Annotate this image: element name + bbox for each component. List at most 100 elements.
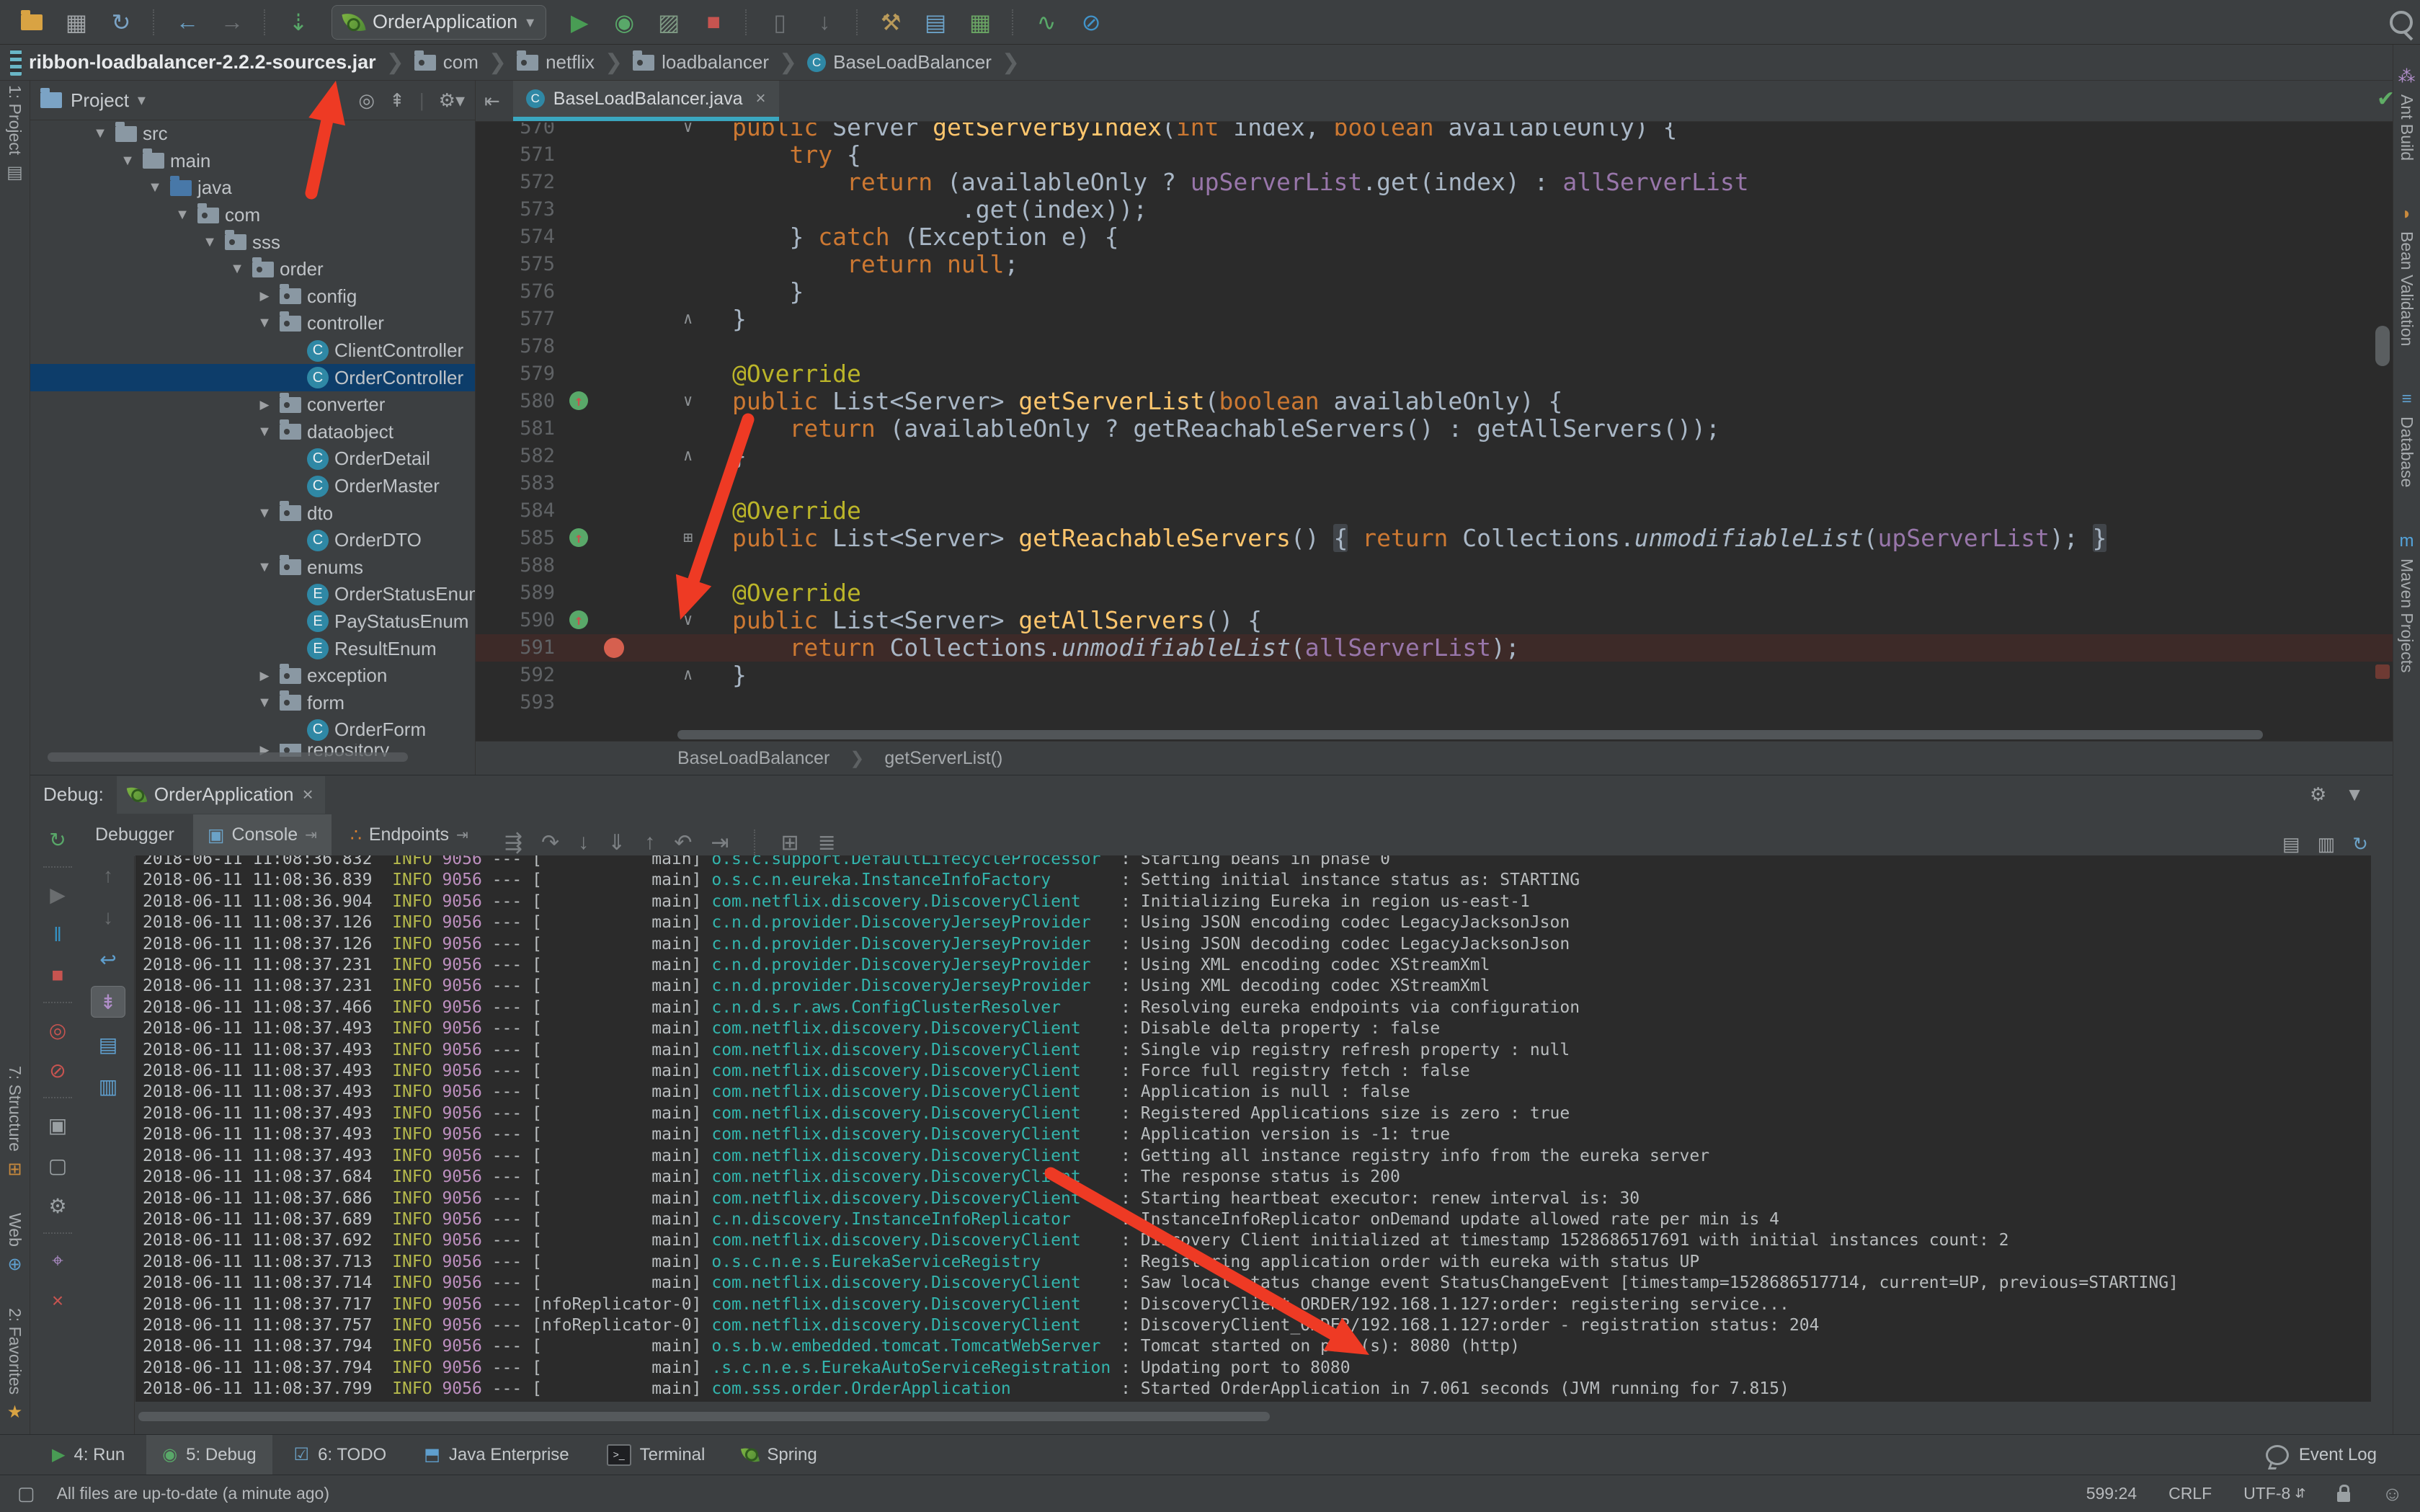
overrides-method-icon[interactable]: ↑ xyxy=(569,610,588,629)
view-breakpoints-icon[interactable]: ◎ xyxy=(41,1015,74,1045)
tree-item-orderdetail[interactable]: COrderDetail xyxy=(30,445,475,473)
back-icon[interactable]: ← xyxy=(169,5,206,40)
console-output[interactable]: 2018-06-11 11:08:36.832 INFO 9056 --- [ … xyxy=(135,855,2371,1402)
run-icon[interactable]: ▶ xyxy=(561,5,598,40)
code-line-579[interactable]: 579@Override xyxy=(476,360,2393,388)
clear-console-icon[interactable]: ▥ xyxy=(92,1071,125,1101)
code-line-571[interactable]: 571 try { xyxy=(476,141,2393,169)
chevron-down-icon[interactable]: ▼ xyxy=(255,559,274,576)
tree-item-exception[interactable]: ▶exception xyxy=(30,662,475,690)
chevron-right-icon[interactable]: ▶ xyxy=(255,289,274,303)
step-out-icon[interactable]: ↑ xyxy=(644,830,655,855)
scroll-down-icon[interactable]: ↓ xyxy=(92,902,125,933)
tree-item-orderstatusenum[interactable]: EOrderStatusEnum xyxy=(30,581,475,608)
stripe-ant-build[interactable]: ⁂Ant Build xyxy=(2397,66,2416,161)
code-line-593[interactable]: 593 xyxy=(476,689,2393,716)
debug-session-tab[interactable]: OrderApplication × xyxy=(117,776,325,814)
code-line-570[interactable]: 570∨public Server getServerByIndex(int i… xyxy=(476,123,2393,141)
tree-item-com[interactable]: ▼com xyxy=(30,202,475,229)
tree-item-sss[interactable]: ▼sss xyxy=(30,228,475,256)
code-line-577[interactable]: 577∧} xyxy=(476,306,2393,333)
fold-marker-icon[interactable]: ∧ xyxy=(683,306,693,333)
window-icon[interactable]: ▢ xyxy=(17,1482,35,1505)
encoding-selector[interactable]: UTF-8⇵ xyxy=(2243,1484,2305,1503)
chevron-down-icon[interactable]: ▾ xyxy=(138,91,146,110)
mute-breakpoints-icon[interactable]: ⊘ xyxy=(41,1055,74,1085)
breadcrumb-item-com[interactable]: com xyxy=(414,51,479,74)
code-line-578[interactable]: 578 xyxy=(476,333,2393,360)
code-line-580[interactable]: 580↑∨public List<Server> getServerList(b… xyxy=(476,388,2393,415)
caret-position[interactable]: 599:24 xyxy=(2086,1484,2137,1503)
tree-item-dto[interactable]: ▼dto xyxy=(30,499,475,527)
breadcrumb-class[interactable]: BaseLoadBalancer xyxy=(677,748,829,769)
tree-item-config[interactable]: ▶config xyxy=(30,283,475,311)
show-execution-point-icon[interactable]: ⇶ xyxy=(504,830,522,855)
chevron-down-icon[interactable]: ▼ xyxy=(146,179,164,196)
stop-icon[interactable]: ■ xyxy=(695,5,732,40)
stripe-web[interactable]: Web⊕ xyxy=(5,1213,25,1275)
step-over-icon[interactable]: ↷ xyxy=(541,830,559,855)
code-line-591[interactable]: 591 return Collections.unmodifiableList(… xyxy=(476,634,2393,662)
code-line-584[interactable]: 584@Override xyxy=(476,497,2393,525)
tree-item-orderdto[interactable]: COrderDTO xyxy=(30,527,475,554)
tree-horizontal-scrollbar[interactable] xyxy=(48,752,408,762)
code-line-592[interactable]: 592∧} xyxy=(476,662,2393,689)
code-line-575[interactable]: 575 return null; xyxy=(476,251,2393,278)
locate-icon[interactable]: ◎ xyxy=(358,89,375,112)
tree-item-ordercontroller[interactable]: COrderController xyxy=(30,364,475,391)
save-all-icon[interactable]: ▦ xyxy=(58,5,95,40)
breadcrumb-item-baseloadbalancer[interactable]: CBaseLoadBalancer xyxy=(807,51,992,74)
fold-marker-icon[interactable]: ∧ xyxy=(683,662,693,689)
code-line-583[interactable]: 583 xyxy=(476,470,2393,497)
refresh-icon[interactable]: ↻ xyxy=(2352,833,2368,855)
close-icon[interactable]: × xyxy=(41,1286,74,1316)
code-line-572[interactable]: 572 return (availableOnly ? upServerList… xyxy=(476,169,2393,196)
editor-vertical-scrollbar[interactable] xyxy=(2375,326,2390,366)
lock-icon[interactable] xyxy=(2337,1492,2350,1502)
run-to-cursor-icon[interactable]: ⇥ xyxy=(711,830,729,855)
tree-item-ordermaster[interactable]: COrderMaster xyxy=(30,473,475,500)
console-horizontal-scrollbar[interactable] xyxy=(138,1412,1270,1421)
chevron-down-icon[interactable]: ▼ xyxy=(255,695,274,711)
bottom-tab-spring[interactable]: Spring xyxy=(726,1435,832,1475)
project-view-title[interactable]: Project xyxy=(71,89,129,112)
code-line-576[interactable]: 576 } xyxy=(476,278,2393,306)
fold-marker-icon[interactable]: ∧ xyxy=(683,443,693,470)
layout-icon[interactable]: ▤ xyxy=(2282,833,2300,855)
fold-marker-icon[interactable]: ⊞ xyxy=(683,525,693,552)
chevron-down-icon[interactable]: ▼ xyxy=(173,207,192,223)
debug-tab-console[interactable]: ▣Console⇥ xyxy=(193,814,332,855)
chevron-down-icon[interactable]: ▼ xyxy=(255,315,274,332)
hide-icon[interactable]: ▼ xyxy=(2345,783,2364,806)
tree-item-controller[interactable]: ▼controller xyxy=(30,310,475,337)
pause-icon[interactable]: ‖ xyxy=(41,920,74,950)
chevron-down-icon[interactable]: ▼ xyxy=(91,125,110,142)
settings-icon[interactable]: ⚙▾ xyxy=(439,89,465,112)
scroll-up-icon[interactable]: ↑ xyxy=(92,860,125,891)
tree-item-src[interactable]: ▼src xyxy=(30,120,475,148)
stripe-maven-projects[interactable]: mMaven Projects xyxy=(2397,531,2416,673)
drop-frame-icon[interactable]: ↶ xyxy=(674,830,692,855)
chevron-down-icon[interactable]: ▼ xyxy=(228,261,246,277)
breakpoint-stripe-mark[interactable] xyxy=(2375,664,2390,679)
forward-icon[interactable]: → xyxy=(213,5,251,40)
soft-wrap-icon[interactable]: ↩ xyxy=(92,944,125,974)
code-line-581[interactable]: 581 return (availableOnly ? getReachable… xyxy=(476,415,2393,443)
stripe-bean-validation[interactable]: ◗Bean Validation xyxy=(2397,204,2416,346)
chip-icon[interactable]: ▦ xyxy=(961,5,999,40)
chevron-right-icon[interactable]: ▶ xyxy=(255,398,274,412)
stripe-1-project[interactable]: 1: Project▤ xyxy=(5,85,25,183)
resume-icon[interactable]: ▶ xyxy=(41,879,74,910)
evaluate-expression-icon[interactable]: ⊞ xyxy=(781,830,799,855)
stripe-7-structure[interactable]: 7: Structure⊞ xyxy=(5,1066,25,1180)
tree-item-enums[interactable]: ▼enums xyxy=(30,554,475,582)
code-line-588[interactable]: 588 xyxy=(476,552,2393,579)
overrides-method-icon[interactable]: ↑ xyxy=(569,391,588,410)
bottom-tab-java-enterprise[interactable]: ⬒Java Enterprise xyxy=(408,1435,584,1475)
stripe-database[interactable]: ≡Database xyxy=(2397,389,2416,487)
code-line-589[interactable]: 589@Override xyxy=(476,579,2393,607)
collapse-all-icon[interactable]: ⇞ xyxy=(389,89,405,112)
close-icon[interactable]: × xyxy=(303,783,313,806)
code-line-585[interactable]: 585↑⊞public List<Server> getReachableSer… xyxy=(476,525,2393,552)
bottom-tab-terminal[interactable]: >_Terminal xyxy=(591,1435,721,1475)
